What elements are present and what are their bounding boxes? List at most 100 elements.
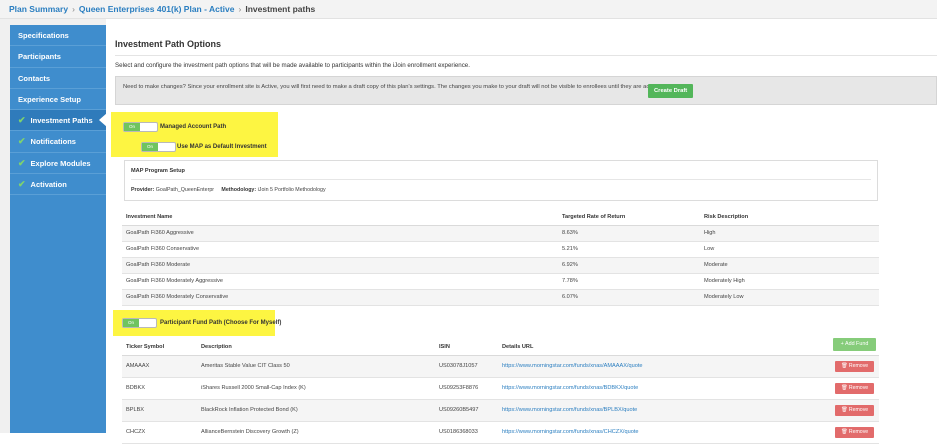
sidebar-item-contacts[interactable]: Contacts: [10, 68, 106, 89]
toggle-on-label: On: [142, 143, 158, 151]
methodology-value: iJoin 5 Portfolio Methodology: [257, 187, 326, 193]
column-header: Investment Name: [122, 209, 558, 226]
risk-description: High: [700, 225, 879, 242]
fund-description: iShares Russell 2000 Small-Cap Index (K): [197, 377, 435, 400]
check-icon: ✔: [18, 179, 26, 190]
breadcrumb-separator: ›: [238, 4, 242, 14]
risk-description: Moderate: [700, 257, 879, 274]
map-setup-details: Provider: GoalPath_QueenEnterpr Methodol…: [131, 187, 326, 193]
remove-button[interactable]: 🗑 Remove: [835, 382, 874, 394]
sidebar: Specifications Participants Contacts Exp…: [10, 25, 107, 433]
fund-description: BlackRock Inflation Protected Bond (K): [197, 399, 435, 422]
fund-isin: US03078J1057: [435, 355, 498, 378]
sidebar-item-label: Notifications: [30, 137, 76, 147]
check-icon: ✔: [18, 115, 26, 126]
check-icon: ✔: [18, 157, 26, 168]
fund-isin: US09260B5497: [435, 399, 498, 422]
sidebar-item-label: Participants: [18, 52, 61, 62]
column-header: ISIN: [435, 339, 498, 356]
sidebar-item-explore-modules[interactable]: ✔ Explore Modules: [10, 153, 106, 175]
divider: [115, 55, 937, 56]
details-url-link[interactable]: https://www.morningstar.com/funds/xnas/A…: [502, 363, 643, 369]
ticker-symbol: BDBKX: [122, 377, 197, 400]
breadcrumb-separator: ›: [72, 4, 75, 14]
investment-name: GoalPath Fi360 Moderately Aggressive: [122, 273, 558, 290]
table-row: CHCZX AllianceBernstein Discovery Growth…: [122, 421, 879, 444]
column-header: Targeted Rate of Return: [558, 209, 700, 226]
managed-account-toggle[interactable]: On: [123, 122, 158, 132]
table-row: GoalPath Fi360 Moderately Conservative 6…: [122, 289, 879, 306]
fund-isin: US0186368033: [435, 421, 498, 444]
sidebar-item-notifications[interactable]: ✔ Notifications: [10, 131, 106, 153]
sidebar-item-activation[interactable]: ✔ Activation: [10, 174, 106, 196]
rate-of-return: 6.07%: [558, 289, 700, 306]
fund-table: Ticker Symbol Description ISIN Details U…: [122, 339, 879, 444]
page-title: Investment Path Options: [115, 39, 222, 49]
toggle-on-label: On: [123, 319, 139, 327]
investment-name: GoalPath Fi360 Aggressive: [122, 225, 558, 242]
sidebar-item-label: Specifications: [18, 31, 69, 40]
table-header-row: Ticker Symbol Description ISIN Details U…: [122, 339, 879, 356]
table-header-row: Investment Name Targeted Rate of Return …: [122, 209, 879, 226]
sidebar-item-specifications[interactable]: Specifications: [10, 25, 106, 47]
notice-text: Need to make changes? Since your enrollm…: [123, 84, 668, 90]
rate-of-return: 6.92%: [558, 257, 700, 274]
sidebar-item-label: Explore Modules: [30, 158, 91, 168]
fund-isin: US09253F8876: [435, 377, 498, 400]
investment-name: GoalPath Fi360 Moderate: [122, 257, 558, 274]
create-draft-button[interactable]: Create Draft: [648, 84, 694, 98]
participant-fund-label: Participant Fund Path (Choose For Myself…: [160, 320, 282, 326]
fund-description: AllianceBernstein Discovery Growth (Z): [197, 421, 435, 444]
column-header: Ticker Symbol: [122, 339, 197, 356]
column-header: Risk Description: [700, 209, 879, 226]
column-header: Description: [197, 339, 435, 356]
sidebar-item-label: Investment Paths: [30, 116, 93, 126]
table-row: GoalPath Fi360 Moderately Aggressive 7.7…: [122, 273, 879, 290]
fund-description: Ameritas Stable Value CIT Class 50: [197, 355, 435, 378]
check-icon: ✔: [18, 136, 26, 147]
rate-of-return: 8.63%: [558, 225, 700, 242]
ticker-symbol: BPLBX: [122, 399, 197, 422]
risk-description: Low: [700, 241, 879, 258]
investment-table: Investment Name Targeted Rate of Return …: [122, 209, 879, 306]
risk-description: Moderately High: [700, 273, 879, 290]
remove-button[interactable]: 🗑 Remove: [835, 360, 874, 372]
breadcrumb: Plan Summary › Queen Enterprises 401(k) Pl…: [0, 0, 937, 19]
page-description: Select and configure the investment path…: [115, 62, 470, 69]
participant-fund-toggle[interactable]: On: [122, 318, 157, 328]
ticker-symbol: CHCZX: [122, 421, 197, 444]
investment-name: GoalPath Fi360 Moderately Conservative: [122, 289, 558, 306]
provider-label: Provider:: [131, 187, 155, 193]
sidebar-item-participants[interactable]: Participants: [10, 46, 106, 68]
breadcrumb-plan-summary[interactable]: Plan Summary: [9, 4, 68, 14]
table-row: BDBKX iShares Russell 2000 Small-Cap Ind…: [122, 377, 879, 400]
toggle-on-label: On: [124, 123, 140, 131]
provider-value: GoalPath_QueenEnterpr: [155, 187, 215, 193]
map-setup-heading: MAP Program Setup: [131, 168, 185, 174]
sidebar-item-experience-setup[interactable]: Experience Setup: [10, 89, 106, 111]
sidebar-item-label: Experience Setup: [18, 94, 81, 104]
details-url-link[interactable]: https://www.morningstar.com/funds/xnas/B…: [502, 407, 637, 413]
highlight-managed-account: [111, 112, 278, 157]
map-default-toggle[interactable]: On: [141, 142, 176, 152]
sidebar-item-label: Activation: [30, 180, 67, 190]
rate-of-return: 5.21%: [558, 241, 700, 258]
table-row: AMAAAX Ameritas Stable Value CIT Class 5…: [122, 355, 879, 378]
breadcrumb-plan[interactable]: Queen Enterprises 401(k) Plan - Active: [79, 4, 235, 14]
sidebar-item-label: Contacts: [18, 73, 51, 83]
table-row: GoalPath Fi360 Moderate 6.92% Moderate: [122, 257, 879, 274]
managed-account-label: Managed Account Path: [160, 124, 227, 130]
map-default-label: Use MAP as Default Investment: [177, 144, 267, 150]
remove-button[interactable]: 🗑 Remove: [835, 404, 874, 416]
sidebar-item-investment-paths[interactable]: ✔ Investment Paths: [10, 110, 107, 132]
remove-button[interactable]: 🗑 Remove: [835, 426, 874, 438]
map-program-setup: MAP Program Setup Provider: GoalPath_Que…: [124, 160, 878, 201]
methodology-label: Methodology:: [221, 187, 257, 193]
details-url-link[interactable]: https://www.morningstar.com/funds/xnas/C…: [502, 429, 638, 435]
ticker-symbol: AMAAAX: [122, 355, 197, 378]
column-header: Details URL: [498, 339, 831, 356]
details-url-link[interactable]: https://www.morningstar.com/funds/xnas/B…: [502, 385, 638, 391]
breadcrumb-current: Investment paths: [245, 4, 316, 14]
investment-name: GoalPath Fi360 Conservative: [122, 241, 558, 258]
rate-of-return: 7.78%: [558, 273, 700, 290]
